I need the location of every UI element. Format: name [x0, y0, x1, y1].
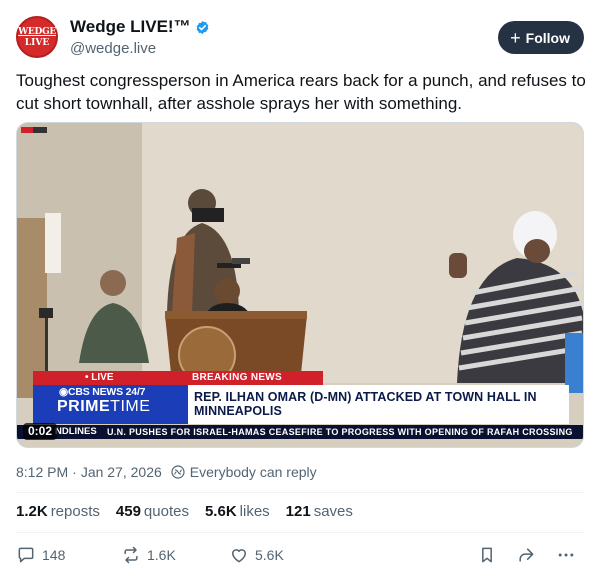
post-meta: 8:12 PM · Jan 27, 2026 Everybody can rep… [16, 464, 317, 480]
like-count: 5.6K [255, 547, 284, 563]
avatar-text-top: WEDGE [18, 26, 56, 37]
video-player[interactable]: • LIVE BREAKING NEWS ◉CBS NEWS 24/7 PRIM… [16, 122, 584, 448]
author-handle[interactable]: @wedge.live [70, 40, 156, 57]
video-timestamp: 0:02 [23, 423, 58, 440]
share-button[interactable] [516, 545, 542, 565]
repost-count: 1.6K [147, 547, 176, 563]
show-name: PRIMETIME [57, 398, 150, 416]
headline-box: REP. ILHAN OMAR (D-MN) ATTACKED AT TOWN … [188, 385, 569, 424]
verified-badge-icon [196, 20, 208, 34]
reply-settings-icon [171, 465, 185, 479]
live-indicator [21, 127, 47, 133]
ticker-label: NDLINES [55, 426, 97, 437]
post-date[interactable]: Jan 27, 2026 [81, 464, 162, 480]
author-name-row: Wedge LIVE!™ [70, 17, 210, 37]
avatar[interactable]: WEDGE LIVE [16, 16, 58, 58]
stat-saves[interactable]: 121 saves [286, 503, 353, 520]
heart-icon [232, 549, 246, 563]
plus-icon: + [510, 27, 521, 48]
post-time[interactable]: 8:12 PM [16, 464, 68, 480]
reply-count: 148 [42, 547, 66, 563]
post-text: Toughest congressperson in America rears… [16, 71, 586, 113]
repost-button[interactable]: 1.6K [121, 545, 176, 565]
ticker-text: U.N. PUSHES FOR ISRAEL-HAMAS CEASEFIRE T… [107, 427, 573, 437]
stat-reposts[interactable]: 1.2K reposts [16, 503, 100, 520]
follow-button[interactable]: + Follow [498, 21, 584, 54]
headline-line-2: MINNEAPOLIS [194, 404, 282, 418]
breaking-news-tab: BREAKING NEWS [188, 371, 323, 385]
action-bar: 148 1.6K 5.6K [16, 545, 584, 569]
show-name-bold: PRIME [57, 398, 111, 415]
headline-line-1: REP. ILHAN OMAR (D-MN) ATTACKED AT TOWN … [194, 390, 537, 404]
like-button[interactable]: 5.6K [229, 545, 284, 565]
reply-icon [18, 547, 34, 563]
network-name: ◉CBS NEWS 24/7 [59, 386, 146, 398]
reply-button[interactable]: 148 [16, 545, 65, 565]
more-options-button[interactable] [556, 545, 582, 565]
meta-separator: · [72, 464, 77, 480]
ellipsis-icon [558, 553, 574, 557]
repost-icon [124, 546, 138, 564]
news-ticker: NDLINES U.N. PUSHES FOR ISRAEL-HAMAS CEA… [17, 425, 583, 439]
live-tab: • LIVE [33, 371, 188, 385]
reply-setting-text: Everybody can reply [189, 464, 317, 480]
share-icon [519, 548, 534, 562]
bookmark-button[interactable] [477, 545, 503, 565]
stat-likes[interactable]: 5.6K likes [205, 503, 270, 520]
news-chyron: • LIVE BREAKING NEWS ◉CBS NEWS 24/7 PRIM… [33, 371, 569, 431]
post-card: WEDGE LIVE Wedge LIVE!™ @wedge.live + Fo… [0, 0, 600, 583]
author-display-name[interactable]: Wedge LIVE!™ [70, 17, 191, 37]
show-name-light: TIME [110, 398, 151, 415]
post-stats: 1.2K reposts 459 quotes 5.6K likes 121 saves [16, 503, 369, 520]
divider [16, 532, 584, 533]
follow-button-label: Follow [525, 29, 570, 46]
avatar-text-bottom: LIVE [24, 37, 50, 48]
headline-text: REP. ILHAN OMAR (D-MN) ATTACKED AT TOWN … [194, 390, 554, 418]
divider [16, 492, 584, 493]
bookmark-icon [482, 547, 492, 563]
stat-quotes[interactable]: 459 quotes [116, 503, 189, 520]
